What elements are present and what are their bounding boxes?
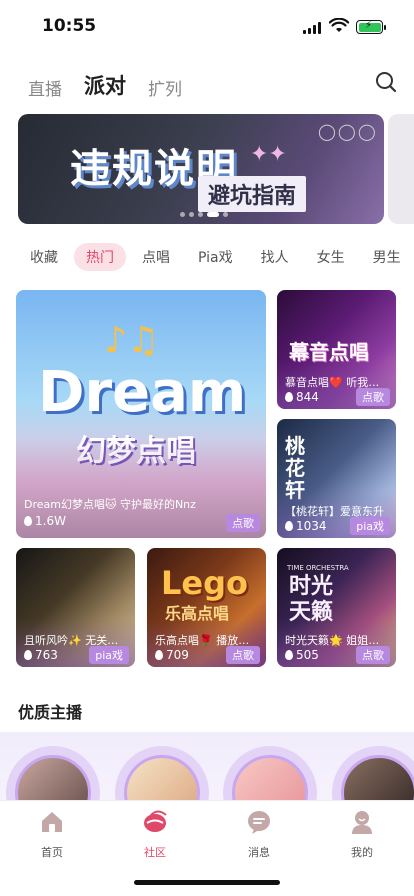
room-heat: 1.6W (24, 514, 66, 528)
banner-pagination (180, 212, 228, 217)
wifi-icon (329, 18, 349, 32)
tab-profile[interactable]: 我的 (332, 809, 392, 860)
room-card[interactable]: TIME ORCHESTRA 时光天籁 时光天籁🌟 姐姐最好 505 点歌 (277, 548, 396, 667)
room-card[interactable]: 幕音点唱 慕音点唱❤️ 听我音 暖 844 点歌 (277, 290, 396, 409)
room-tag: 点歌 (226, 514, 260, 532)
category-male[interactable]: 男生 (361, 243, 413, 271)
category-tabs: 收藏 热门 点唱 Pia戏 找人 女生 男生 (18, 243, 414, 271)
room-tag: 点歌 (356, 646, 390, 664)
battery-icon: ⚡ (356, 20, 386, 34)
music-note-icon: ♪♫ (104, 320, 160, 361)
flame-icon (285, 650, 293, 660)
tab-messages[interactable]: 消息 (229, 809, 289, 860)
room-cover-art: Dream (38, 360, 247, 425)
pagination-dot (180, 212, 185, 217)
room-tag: 点歌 (356, 388, 390, 406)
tab-community[interactable]: 社区 (125, 809, 185, 860)
room-card[interactable]: 且听风吟✨ 无关风月 763 pia戏 (16, 548, 135, 667)
flame-icon (285, 521, 293, 531)
tab-label: 消息 (248, 846, 270, 859)
flame-icon (155, 650, 163, 660)
room-tag: pia戏 (89, 646, 129, 664)
banner-subtitle: 避坑指南 (198, 176, 307, 212)
room-heat: 1034 (285, 519, 327, 533)
room-card[interactable]: Lego 乐高点唱 乐高点唱🌹 播放器生 709 点歌 (147, 548, 266, 667)
category-pia[interactable]: Pia戏 (186, 243, 245, 271)
room-cover-art: Lego (161, 564, 248, 602)
home-indicator (134, 880, 280, 885)
community-icon (144, 810, 167, 832)
flame-icon (24, 516, 32, 526)
tab-expand[interactable]: 扩列 (148, 75, 182, 100)
room-cover-subtitle: TIME ORCHESTRA (287, 564, 349, 572)
room-card[interactable]: Dream 幻梦点唱 ♪♫ Dream幻梦点唱🐱 守护最好的Nnz 1.6W 点… (16, 290, 266, 538)
category-hot[interactable]: 热门 (74, 243, 126, 271)
pagination-dot-active (207, 212, 219, 217)
room-heat: 505 (285, 648, 319, 662)
section-title: 优质主播 (18, 703, 83, 722)
ring-binder-decoration: ◯◯◯ (318, 122, 378, 141)
room-cover-art: 时光天籁 (289, 574, 334, 625)
pagination-dot (198, 212, 203, 217)
signal-icon (303, 22, 321, 34)
pagination-dot (223, 212, 228, 217)
top-tabs: 直播 派对 扩列 (28, 70, 182, 100)
tab-live[interactable]: 直播 (28, 75, 62, 100)
room-tag: 点歌 (226, 646, 260, 664)
message-icon (248, 811, 270, 834)
tab-label: 我的 (351, 846, 373, 859)
room-title: Dream幻梦点唱🐱 守护最好的Nnz (24, 498, 196, 511)
category-find[interactable]: 找人 (249, 243, 301, 271)
next-banner-peek[interactable] (388, 114, 414, 224)
room-heat: 709 (155, 648, 189, 662)
room-heat: 844 (285, 390, 319, 404)
tab-label: 社区 (144, 846, 166, 859)
category-sing[interactable]: 点唱 (130, 243, 182, 271)
tab-label: 首页 (41, 846, 63, 859)
room-tag: pia戏 (350, 517, 390, 535)
profile-icon (352, 811, 372, 834)
room-card[interactable]: 桃花轩 【桃花轩】爱意东升 1034 pia戏 (277, 419, 396, 538)
search-icon[interactable] (374, 70, 398, 94)
status-bar: 10:55 ⚡ (0, 0, 414, 54)
category-favorites[interactable]: 收藏 (18, 243, 70, 271)
pagination-dot (189, 212, 194, 217)
tab-party[interactable]: 派对 (84, 70, 126, 100)
home-icon (42, 812, 62, 832)
flame-icon (285, 392, 293, 402)
promo-banner[interactable]: ◯◯◯ 违规说明 ✦✦ → 避坑指南 (18, 114, 384, 224)
flame-icon (24, 650, 32, 660)
tab-home[interactable]: 首页 (22, 809, 82, 860)
room-heat: 763 (24, 648, 58, 662)
sparkle-icon: ✦✦ (250, 142, 287, 167)
status-time: 10:55 (42, 16, 97, 36)
category-female[interactable]: 女生 (305, 243, 357, 271)
